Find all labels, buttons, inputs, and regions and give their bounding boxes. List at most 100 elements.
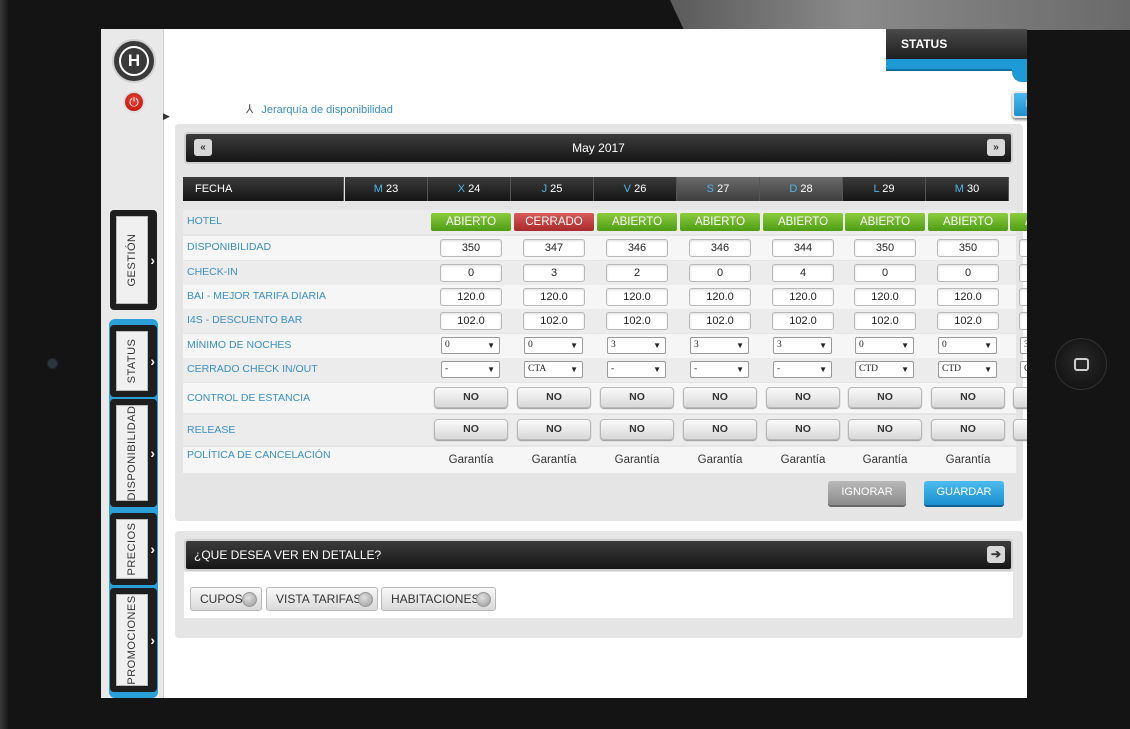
- i4s-value-field[interactable]: 102.0: [937, 312, 999, 330]
- cerrado-select[interactable]: CTD▼: [1020, 361, 1027, 378]
- ignore-button[interactable]: IGNORAR: [828, 481, 906, 505]
- checkin-value-field[interactable]: 0: [854, 264, 916, 282]
- date-header-cell[interactable]: V 26: [594, 177, 677, 201]
- hotel-status-badge[interactable]: ABIERTO: [928, 213, 1008, 231]
- minimo-select[interactable]: 0 ▼: [524, 337, 583, 354]
- status-panel[interactable]: STATUS ⤡: [886, 29, 1027, 59]
- control-toggle-button[interactable]: NO: [931, 387, 1005, 408]
- sidebar-tab-disponibilidad[interactable]: DISPONIBILIDAD ›: [110, 399, 157, 507]
- minimo-select[interactable]: 3▼: [773, 337, 832, 354]
- checkin-value-field[interactable]: 0: [1019, 264, 1027, 282]
- hotel-status-badge[interactable]: ABIERTO: [431, 213, 511, 231]
- control-toggle-button[interactable]: NO: [1013, 387, 1027, 408]
- bai-value-field[interactable]: 120.0: [440, 288, 502, 306]
- disponibilidad-value-field[interactable]: 350: [937, 239, 999, 257]
- checkin-value-field[interactable]: 0: [937, 264, 999, 282]
- control-toggle-button[interactable]: NO: [848, 387, 922, 408]
- previous-month-button[interactable]: «: [194, 139, 212, 156]
- bai-value-field[interactable]: 120.0: [937, 288, 999, 306]
- i4s-value-field[interactable]: 102.0: [854, 312, 916, 330]
- date-header-cell[interactable]: D 28: [760, 177, 843, 201]
- release-toggle-button[interactable]: NO: [600, 419, 674, 440]
- release-toggle-button[interactable]: NO: [434, 419, 508, 440]
- control-toggle-button[interactable]: NO: [683, 387, 757, 408]
- disponibilidad-value-field[interactable]: 346: [606, 239, 668, 257]
- i4s-value-field[interactable]: 102.0: [523, 312, 585, 330]
- bai-value-field[interactable]: 120.0: [606, 288, 668, 306]
- detail-option-habitaciones[interactable]: HABITACIONES: [381, 587, 496, 611]
- date-header-cell[interactable]: M 30: [926, 177, 1009, 201]
- i4s-value-field[interactable]: 102.0: [440, 312, 502, 330]
- release-toggle-button[interactable]: NO: [1013, 419, 1027, 440]
- bai-value-field[interactable]: 120.0: [523, 288, 585, 306]
- cerrado-select[interactable]: CTD▼: [855, 361, 914, 378]
- sidebar-tab-gestion[interactable]: GESTIÓN ›: [110, 210, 157, 310]
- release-toggle-button[interactable]: NO: [683, 419, 757, 440]
- logo-icon[interactable]: H: [112, 39, 156, 83]
- sidebar-tab-promociones[interactable]: PROMOCIONES ›: [110, 588, 157, 692]
- hotel-status-badge[interactable]: ABIERTO: [763, 213, 843, 231]
- sidebar-tab-precios[interactable]: PRECIOS ›: [110, 513, 157, 585]
- report-button[interactable]: REPORT: [1012, 91, 1027, 118]
- control-toggle-button[interactable]: NO: [766, 387, 840, 408]
- minimo-select[interactable]: 3▼: [607, 337, 666, 354]
- cerrado-select[interactable]: CTD▼: [938, 361, 997, 378]
- cerrado-select[interactable]: - ▼: [607, 361, 666, 378]
- date-header-cell[interactable]: S 27: [677, 177, 760, 201]
- minimo-select[interactable]: 0 ▼: [441, 337, 500, 354]
- bai-value-field[interactable]: 120.0: [772, 288, 834, 306]
- sidebar-tab-status[interactable]: STATUS ›: [110, 325, 157, 397]
- disponibilidad-value-field[interactable]: 344: [772, 239, 834, 257]
- control-toggle-button[interactable]: NO: [600, 387, 674, 408]
- cerrado-select[interactable]: - ▼: [690, 361, 749, 378]
- i4s-value-field[interactable]: 102.0: [606, 312, 668, 330]
- checkin-value-field[interactable]: 2: [606, 264, 668, 282]
- disponibilidad-value-field[interactable]: 350: [440, 239, 502, 257]
- hotel-status-badge[interactable]: ABIERTO: [597, 213, 677, 231]
- next-month-button[interactable]: »: [987, 139, 1005, 156]
- i4s-value-field[interactable]: 102.0: [772, 312, 834, 330]
- power-icon[interactable]: ⏻: [123, 91, 145, 113]
- disponibilidad-value-field[interactable]: 350: [854, 239, 916, 257]
- minimo-select[interactable]: 0 ▼: [938, 337, 997, 354]
- cerrado-select[interactable]: CTA ▼: [524, 361, 583, 378]
- status-dropdown-toggle[interactable]: ▼: [1012, 65, 1027, 82]
- date-header-cell[interactable]: X 24: [428, 177, 511, 201]
- save-button[interactable]: GUARDAR: [924, 481, 1004, 505]
- minimo-select[interactable]: 3▼: [1020, 337, 1027, 354]
- breadcrumb[interactable]: ⅄ Jerarquía de disponibilidad: [246, 102, 393, 116]
- hotel-status-badge[interactable]: CERRADO: [514, 213, 594, 231]
- date-header-cell[interactable]: L 29: [843, 177, 926, 201]
- disponibilidad-value-field[interactable]: 347: [523, 239, 585, 257]
- i4s-value-field[interactable]: 102.0: [689, 312, 751, 330]
- minimo-select[interactable]: 0 ▼: [855, 337, 914, 354]
- date-header-cell[interactable]: M 23: [345, 177, 428, 201]
- minimo-select[interactable]: 3▼: [690, 337, 749, 354]
- checkin-value-field[interactable]: 4: [772, 264, 834, 282]
- bai-value-field[interactable]: 120.0: [1019, 288, 1027, 306]
- disponibilidad-value-field[interactable]: 346: [689, 239, 751, 257]
- hotel-status-badge[interactable]: ABIERTO: [680, 213, 760, 231]
- release-toggle-button[interactable]: NO: [766, 419, 840, 440]
- release-toggle-button[interactable]: NO: [517, 419, 591, 440]
- hotel-status-badge[interactable]: ABIERTO: [1010, 213, 1027, 231]
- checkin-value-field[interactable]: 0: [440, 264, 502, 282]
- disponibilidad-value-field[interactable]: 350: [1019, 239, 1027, 257]
- detail-option-vista-tarifas[interactable]: VISTA TARIFAS: [266, 587, 378, 611]
- checkin-value-field[interactable]: 0: [689, 264, 751, 282]
- detail-option-cupos[interactable]: CUPOS: [190, 587, 262, 611]
- i4s-value-field[interactable]: 102.0: [1019, 312, 1027, 330]
- control-toggle-button[interactable]: NO: [434, 387, 508, 408]
- release-toggle-button[interactable]: NO: [931, 419, 1005, 440]
- date-header-cell[interactable]: J 25: [511, 177, 594, 201]
- arrow-right-icon[interactable]: ➔: [987, 546, 1005, 563]
- bai-value-field[interactable]: 120.0: [689, 288, 751, 306]
- home-button-icon[interactable]: [1055, 338, 1107, 390]
- release-toggle-button[interactable]: NO: [848, 419, 922, 440]
- cerrado-select[interactable]: - ▼: [441, 361, 500, 378]
- bai-value-field[interactable]: 120.0: [854, 288, 916, 306]
- checkin-value-field[interactable]: 3: [523, 264, 585, 282]
- cerrado-select[interactable]: - ▼: [773, 361, 832, 378]
- hotel-status-badge[interactable]: ABIERTO: [845, 213, 925, 231]
- control-toggle-button[interactable]: NO: [517, 387, 591, 408]
